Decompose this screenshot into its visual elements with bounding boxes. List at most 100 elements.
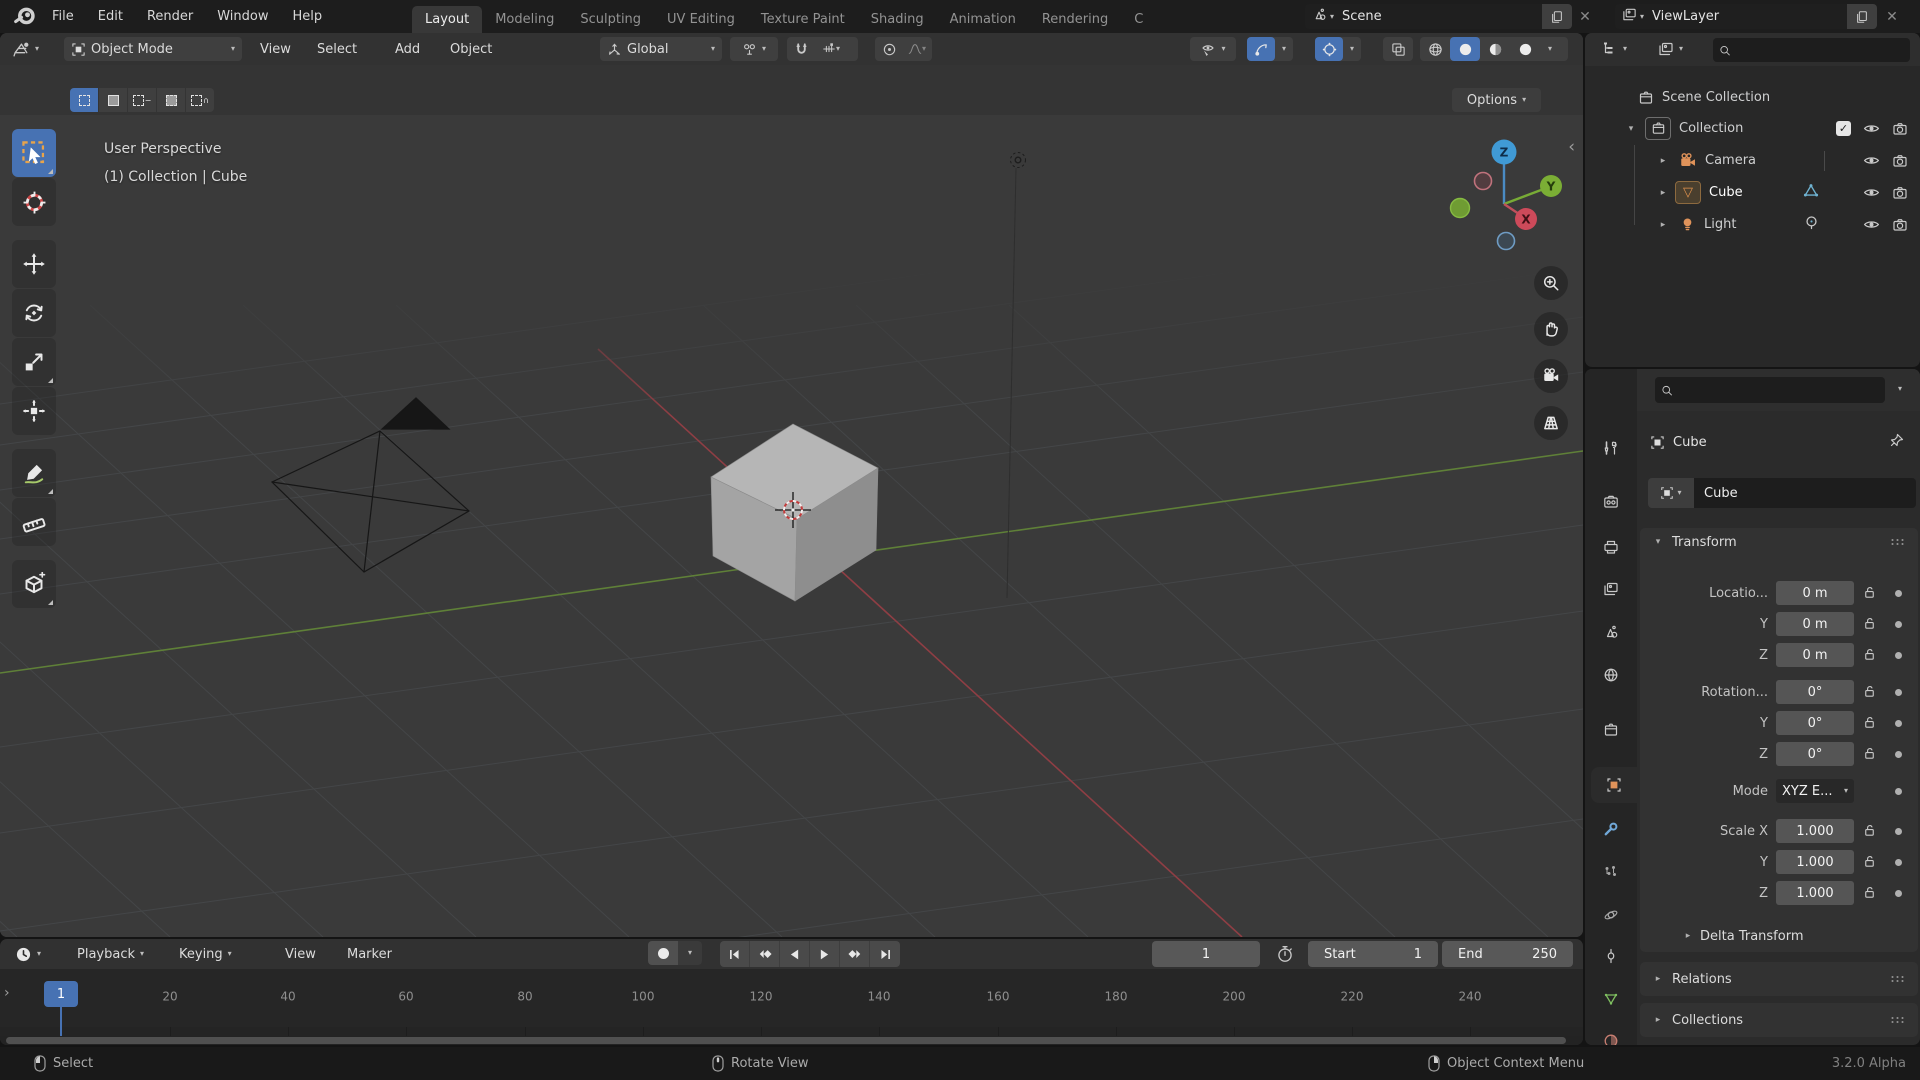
annotate-tool[interactable] <box>12 449 56 497</box>
outliner-row-cube[interactable]: ▸ ▽ Cube <box>1585 178 1920 207</box>
unlock-icon[interactable] <box>1862 585 1877 604</box>
unlock-icon[interactable] <box>1862 823 1877 842</box>
disable-in-renders-icon[interactable] <box>1892 185 1908 201</box>
disable-in-renders-icon[interactable] <box>1892 121 1908 137</box>
auto-keying-toggle[interactable] <box>648 941 678 965</box>
workspace-tab-uv-editing[interactable]: UV Editing <box>654 6 748 33</box>
cursor-tool[interactable] <box>12 178 56 226</box>
unlock-icon[interactable] <box>1862 684 1877 703</box>
select-mode-subtract-button[interactable]: − <box>128 88 156 112</box>
select-mode-intersect-button[interactable]: ∩ <box>186 88 214 112</box>
rotation-x-field[interactable]: 0° <box>1776 680 1854 704</box>
measure-tool[interactable] <box>12 498 56 546</box>
transform-panel-header[interactable]: ▾ Transform <box>1640 528 1918 556</box>
workspace-tab-rendering[interactable]: Rendering <box>1029 6 1121 33</box>
shading-wireframe-button[interactable] <box>1420 37 1450 61</box>
shading-dropdown[interactable]: ▾ <box>1540 37 1560 61</box>
location-y-field[interactable]: 0 m <box>1776 612 1854 636</box>
collection-checkbox[interactable]: ✓ <box>1836 121 1851 136</box>
timeline-menu-keying[interactable]: Keying ▾ <box>172 942 239 966</box>
animate-dot[interactable] <box>1895 890 1902 897</box>
options-button[interactable]: Options ▾ <box>1452 88 1541 112</box>
transform-tool[interactable] <box>12 387 56 435</box>
tab-constraints[interactable] <box>1585 938 1637 974</box>
animate-dot[interactable] <box>1895 828 1902 835</box>
properties-search[interactable] <box>1655 377 1885 403</box>
new-view-layer-button[interactable] <box>1847 4 1877 29</box>
animate-dot[interactable] <box>1895 621 1902 628</box>
unlock-icon[interactable] <box>1862 885 1877 904</box>
panel-grip-icon[interactable] <box>1890 975 1906 983</box>
outliner-row-collection[interactable]: ▾ Collection ✓ <box>1585 114 1920 143</box>
add-cube-tool[interactable] <box>12 560 56 608</box>
select-mode-extend-button[interactable] <box>99 88 127 112</box>
workspace-tab-modeling[interactable]: Modeling <box>482 6 567 33</box>
jump-to-prev-keyframe-button[interactable] <box>750 941 780 967</box>
tab-collection[interactable] <box>1585 712 1637 748</box>
collections-panel[interactable]: ▸ Collections <box>1640 1003 1918 1037</box>
timeline-editor-type-selector[interactable]: ▾ <box>8 942 48 966</box>
expand-region-arrow[interactable]: › <box>4 985 10 1001</box>
jump-to-end-button[interactable] <box>870 941 900 967</box>
pivot-point-selector[interactable]: ▾ <box>730 37 778 61</box>
animate-dot[interactable] <box>1895 590 1902 597</box>
viewport-menu-object[interactable]: Object <box>443 37 499 61</box>
show-object-types-selector[interactable]: ▾ <box>1190 37 1236 61</box>
pin-icon[interactable] <box>1888 433 1904 453</box>
workspace-tab-layout[interactable]: Layout <box>412 6 483 33</box>
tab-physics[interactable] <box>1585 897 1637 933</box>
unlock-icon[interactable] <box>1862 647 1877 666</box>
disable-in-renders-icon[interactable] <box>1892 153 1908 169</box>
outliner-search[interactable] <box>1713 38 1910 62</box>
tab-scene[interactable] <box>1585 614 1637 650</box>
location-x-field[interactable]: 0 m <box>1776 581 1854 605</box>
menu-edit[interactable]: Edit <box>86 0 135 33</box>
mode-selector[interactable]: Object Mode ▾ <box>64 37 242 61</box>
hide-in-viewport-icon[interactable] <box>1863 152 1880 169</box>
viewport-canvas[interactable]: User Perspective (1) Collection | Cube Z… <box>0 115 1583 937</box>
tab-object-data[interactable] <box>1585 981 1637 1017</box>
navigation-axis-gizmo[interactable]: Z Y X <box>1442 133 1566 253</box>
hide-in-viewport-icon[interactable] <box>1863 216 1880 233</box>
workspace-tab-sculpting[interactable]: Sculpting <box>567 6 654 33</box>
unlock-icon[interactable] <box>1862 854 1877 873</box>
use-preview-range-icon[interactable] <box>1276 945 1294 967</box>
unlock-icon[interactable] <box>1862 616 1877 635</box>
unlink-scene-button[interactable]: ✕ <box>1574 4 1596 29</box>
object-name-input[interactable] <box>1694 478 1916 508</box>
tab-output[interactable] <box>1585 529 1637 565</box>
timeline-menu-marker[interactable]: Marker <box>340 942 399 966</box>
jump-to-next-keyframe-button[interactable] <box>840 941 870 967</box>
disclosure-expanded-icon[interactable]: ▾ <box>1625 124 1637 134</box>
relations-panel[interactable]: ▸ Relations <box>1640 962 1918 996</box>
workspace-tab-compositing-truncated[interactable]: C <box>1121 6 1156 33</box>
menu-render[interactable]: Render <box>135 0 205 33</box>
proportional-editing-toggle[interactable] <box>875 37 904 61</box>
show-gizmos-toggle[interactable] <box>1247 37 1275 61</box>
tab-view-layer[interactable] <box>1585 571 1637 607</box>
frame-end-field[interactable]: End 250 <box>1442 941 1573 967</box>
orthographic-toggle-gadget[interactable] <box>1534 406 1568 440</box>
frame-start-field[interactable]: Start 1 <box>1308 941 1438 967</box>
viewport-menu-view[interactable]: View <box>253 37 298 61</box>
disclosure-collapsed-icon[interactable]: ▸ <box>1657 156 1669 166</box>
unlock-icon[interactable] <box>1862 746 1877 765</box>
timeline-ruler[interactable]: 20 40 60 80 100 120 140 160 180 200 220 … <box>0 969 1583 1027</box>
animate-dot[interactable] <box>1895 859 1902 866</box>
overlays-dropdown[interactable]: ▾ <box>1343 37 1361 61</box>
tab-modifiers[interactable] <box>1585 811 1637 847</box>
timeline-menu-view[interactable]: View <box>278 942 323 966</box>
scale-x-field[interactable]: 1.000 <box>1776 819 1854 843</box>
play-reverse-button[interactable] <box>780 941 810 967</box>
current-frame-field[interactable]: 1 <box>1152 941 1260 967</box>
select-mode-invert-button[interactable] <box>157 88 185 112</box>
tab-object-active[interactable] <box>1591 767 1637 803</box>
select-box-tool[interactable] <box>12 129 56 177</box>
show-overlays-toggle[interactable] <box>1315 37 1343 61</box>
properties-options-dropdown[interactable]: ▾ <box>1898 385 1902 393</box>
scrollbar-thumb[interactable] <box>6 1037 1566 1044</box>
collapse-sidebar-arrow[interactable]: ‹ <box>1568 137 1575 157</box>
scene-selector[interactable]: ▾ Scene <box>1305 4 1572 29</box>
rotation-y-field[interactable]: 0° <box>1776 711 1854 735</box>
playhead-badge[interactable]: 1 <box>44 981 78 1007</box>
